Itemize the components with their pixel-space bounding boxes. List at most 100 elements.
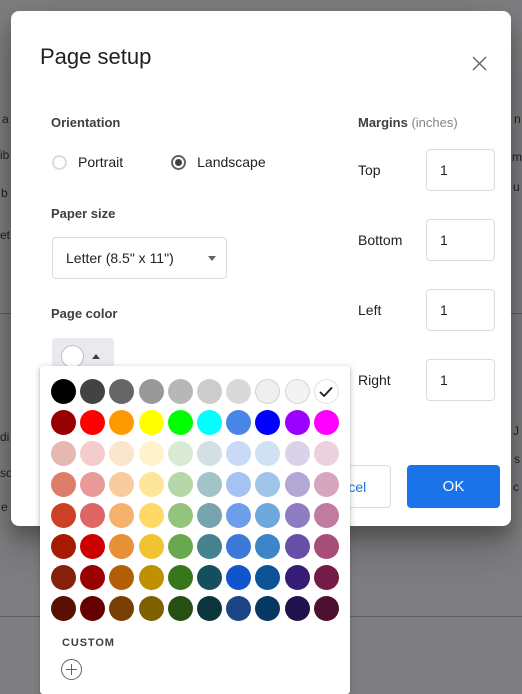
color-swatch[interactable] bbox=[284, 565, 310, 590]
color-swatch[interactable] bbox=[51, 472, 77, 497]
color-swatch[interactable] bbox=[80, 472, 106, 497]
color-swatch[interactable] bbox=[138, 410, 164, 435]
color-swatch[interactable] bbox=[109, 503, 135, 528]
color-swatch[interactable] bbox=[255, 596, 281, 621]
margin-input-right[interactable] bbox=[426, 359, 495, 401]
color-swatch[interactable] bbox=[197, 441, 223, 466]
margin-label-bottom: Bottom bbox=[358, 232, 403, 248]
margin-input-left[interactable] bbox=[426, 289, 495, 331]
color-swatch[interactable] bbox=[255, 410, 281, 435]
margin-row-top: Top bbox=[358, 149, 504, 191]
color-swatch[interactable] bbox=[226, 503, 252, 528]
color-swatch[interactable] bbox=[284, 379, 310, 404]
color-swatch[interactable] bbox=[255, 441, 281, 466]
close-button[interactable] bbox=[465, 49, 493, 77]
color-swatch[interactable] bbox=[313, 565, 339, 590]
color-swatch[interactable] bbox=[109, 379, 135, 404]
color-swatch[interactable] bbox=[51, 596, 77, 621]
color-swatch[interactable] bbox=[167, 565, 193, 590]
color-swatch[interactable] bbox=[313, 534, 339, 559]
color-swatch[interactable] bbox=[138, 534, 164, 559]
paper-size-select[interactable]: Letter (8.5" x 11") bbox=[52, 237, 227, 279]
color-swatch[interactable] bbox=[226, 410, 252, 435]
margin-label-left: Left bbox=[358, 302, 382, 318]
color-swatch[interactable] bbox=[109, 441, 135, 466]
color-swatch[interactable] bbox=[313, 379, 339, 404]
color-swatch[interactable] bbox=[255, 534, 281, 559]
color-swatch[interactable] bbox=[167, 472, 193, 497]
color-swatch[interactable] bbox=[226, 472, 252, 497]
radio-portrait-icon bbox=[52, 154, 67, 170]
color-swatch[interactable] bbox=[226, 596, 252, 621]
color-swatch[interactable] bbox=[197, 472, 223, 497]
color-swatch[interactable] bbox=[138, 503, 164, 528]
color-swatch[interactable] bbox=[255, 565, 281, 590]
color-swatch[interactable] bbox=[284, 410, 310, 435]
margin-input-top[interactable] bbox=[426, 149, 495, 191]
color-swatch[interactable] bbox=[197, 503, 223, 528]
color-swatch[interactable] bbox=[313, 503, 339, 528]
color-swatch[interactable] bbox=[167, 534, 193, 559]
color-swatch[interactable] bbox=[167, 503, 193, 528]
color-swatch[interactable] bbox=[197, 379, 223, 404]
color-swatch[interactable] bbox=[80, 503, 106, 528]
color-swatch[interactable] bbox=[226, 565, 252, 590]
color-swatch[interactable] bbox=[313, 596, 339, 621]
color-swatch[interactable] bbox=[138, 472, 164, 497]
orientation-label: Orientation bbox=[51, 115, 121, 130]
color-swatch[interactable] bbox=[138, 379, 164, 404]
color-swatch[interactable] bbox=[51, 565, 77, 590]
color-swatch[interactable] bbox=[313, 410, 339, 435]
color-swatch[interactable] bbox=[313, 441, 339, 466]
radio-landscape[interactable]: Landscape bbox=[171, 154, 266, 170]
custom-color-label: CUSTOM bbox=[62, 637, 115, 649]
color-swatch[interactable] bbox=[51, 503, 77, 528]
color-swatch[interactable] bbox=[80, 565, 106, 590]
color-swatch[interactable] bbox=[80, 379, 106, 404]
color-swatch[interactable] bbox=[284, 441, 310, 466]
color-swatch[interactable] bbox=[167, 596, 193, 621]
color-swatch[interactable] bbox=[167, 441, 193, 466]
color-swatch[interactable] bbox=[138, 441, 164, 466]
color-swatch[interactable] bbox=[255, 472, 281, 497]
color-swatch[interactable] bbox=[197, 410, 223, 435]
color-swatch[interactable] bbox=[51, 410, 77, 435]
color-swatch[interactable] bbox=[226, 441, 252, 466]
color-swatch[interactable] bbox=[284, 596, 310, 621]
margin-input-bottom[interactable] bbox=[426, 219, 495, 261]
color-swatch[interactable] bbox=[255, 503, 281, 528]
color-swatch[interactable] bbox=[197, 534, 223, 559]
color-swatch[interactable] bbox=[80, 441, 106, 466]
color-swatch[interactable] bbox=[284, 472, 310, 497]
color-swatch[interactable] bbox=[284, 534, 310, 559]
radio-portrait[interactable]: Portrait bbox=[52, 154, 123, 170]
color-swatch[interactable] bbox=[109, 410, 135, 435]
color-swatch[interactable] bbox=[197, 596, 223, 621]
color-swatch[interactable] bbox=[255, 379, 281, 404]
color-swatch[interactable] bbox=[226, 379, 252, 404]
color-swatch[interactable] bbox=[80, 410, 106, 435]
margin-label-top: Top bbox=[358, 162, 381, 178]
color-swatch[interactable] bbox=[313, 472, 339, 497]
paper-size-label: Paper size bbox=[51, 206, 116, 221]
color-swatch[interactable] bbox=[51, 441, 77, 466]
margin-row-right: Right bbox=[358, 359, 504, 401]
color-swatch[interactable] bbox=[167, 379, 193, 404]
color-swatch[interactable] bbox=[197, 565, 223, 590]
add-custom-color-button[interactable] bbox=[61, 659, 82, 680]
color-swatch[interactable] bbox=[109, 596, 135, 621]
radio-landscape-icon bbox=[171, 154, 187, 170]
color-swatch[interactable] bbox=[109, 565, 135, 590]
color-swatch[interactable] bbox=[138, 596, 164, 621]
ok-button[interactable]: OK bbox=[407, 465, 500, 508]
color-swatch[interactable] bbox=[167, 410, 193, 435]
color-swatch[interactable] bbox=[284, 503, 310, 528]
color-swatch[interactable] bbox=[109, 472, 135, 497]
color-swatch[interactable] bbox=[51, 534, 77, 559]
color-swatch[interactable] bbox=[51, 379, 77, 404]
color-swatch[interactable] bbox=[138, 565, 164, 590]
color-swatch[interactable] bbox=[109, 534, 135, 559]
color-swatch[interactable] bbox=[80, 534, 106, 559]
color-swatch[interactable] bbox=[226, 534, 252, 559]
color-swatch[interactable] bbox=[80, 596, 106, 621]
